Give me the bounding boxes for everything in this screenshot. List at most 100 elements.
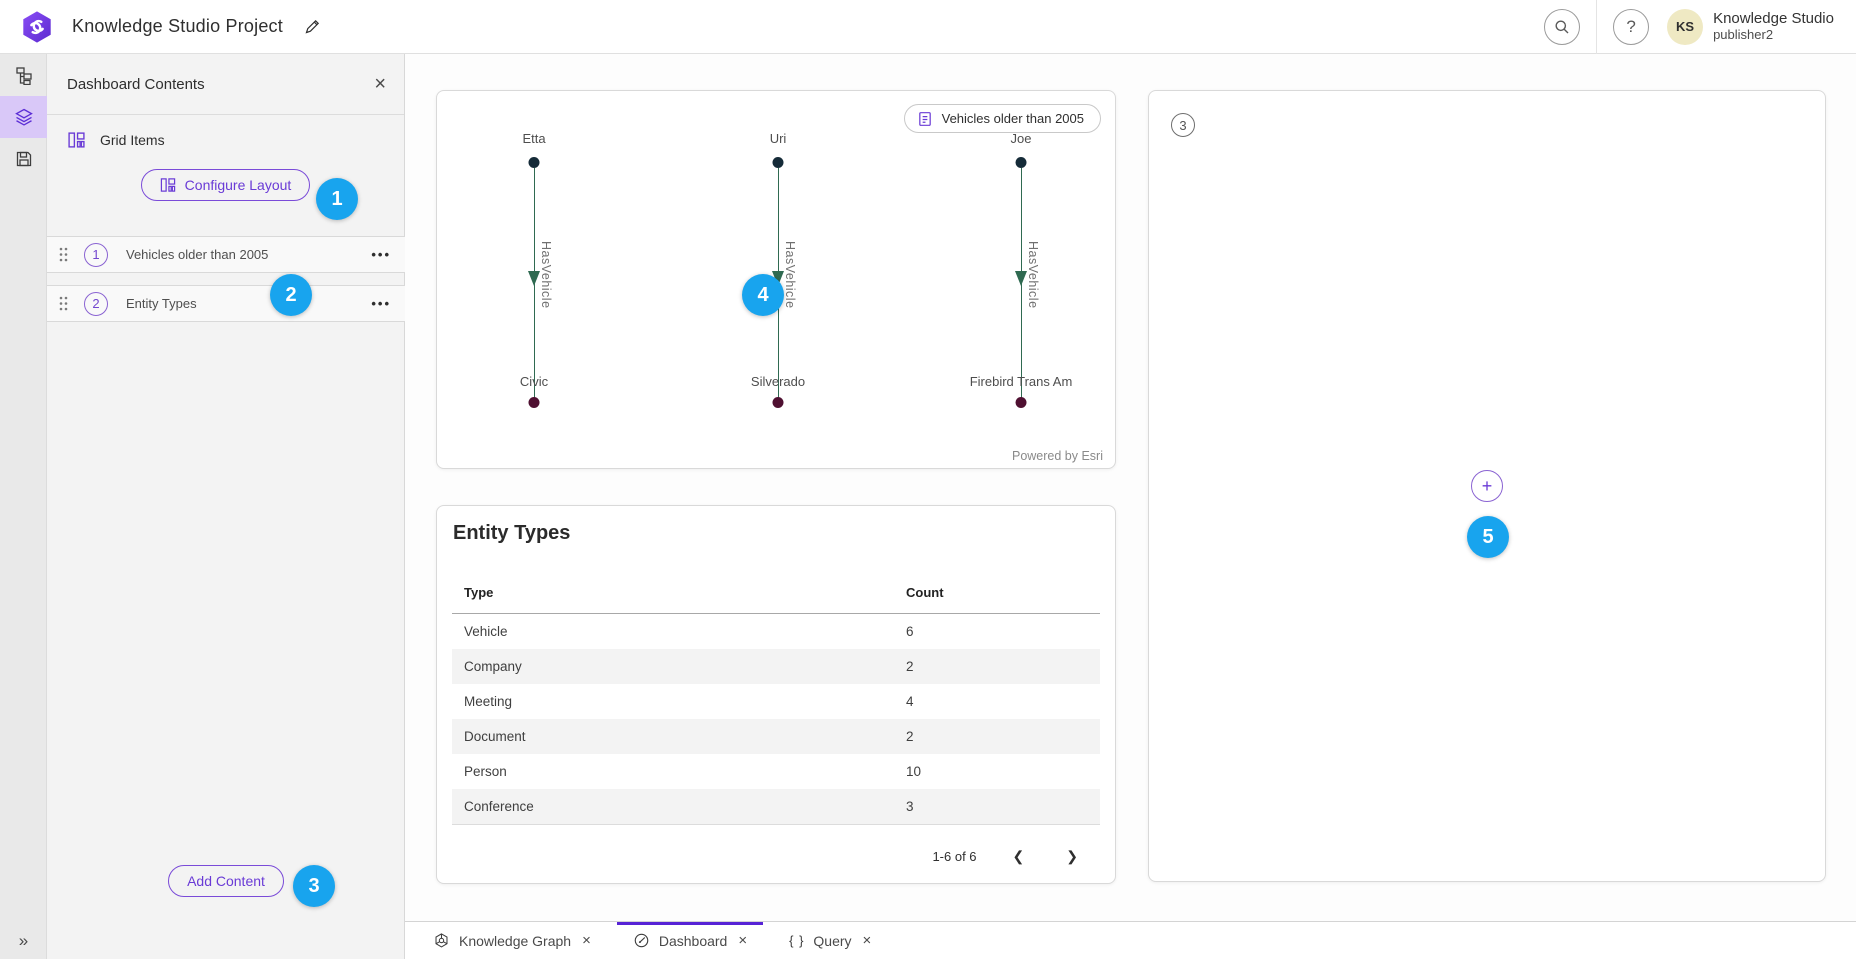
next-page-icon[interactable]: ❯	[1060, 844, 1084, 869]
entity-types-widget[interactable]: Entity Types Type Count Vehicle 6	[436, 505, 1116, 884]
entity-node[interactable]	[1016, 157, 1027, 168]
configure-grid-icon	[160, 177, 176, 193]
cell-type: Company	[452, 659, 906, 674]
item-options-menu-icon[interactable]: •••	[371, 247, 391, 262]
pagination-range-label: 1-6 of 6	[932, 849, 976, 864]
drag-handle-icon[interactable]	[59, 247, 68, 262]
tab-dashboard[interactable]: Dashboard ×	[617, 922, 763, 959]
entity-node[interactable]	[529, 157, 540, 168]
tab-label: Dashboard	[659, 933, 728, 949]
knowledge-studio-logo-icon	[20, 10, 54, 44]
vehicle-node[interactable]	[773, 397, 784, 408]
table-row[interactable]: Conference 3	[452, 789, 1100, 824]
dashboard-gauge-icon	[633, 932, 650, 949]
table-header-row: Type Count	[452, 572, 1100, 614]
table-row[interactable]: Document 2	[452, 719, 1100, 754]
annotation-badge-2: 2	[270, 274, 312, 316]
tab-knowledge-graph[interactable]: Knowledge Graph ×	[417, 922, 607, 959]
item-label: Vehicles older than 2005	[126, 247, 371, 262]
header-divider	[1596, 0, 1597, 54]
user-role: publisher2	[1713, 28, 1834, 43]
layer-filter-pill[interactable]: Vehicles older than 2005	[904, 104, 1101, 133]
entity-node[interactable]	[773, 157, 784, 168]
add-content-button[interactable]: Add Content	[168, 865, 284, 897]
slot-number-badge: 3	[1171, 113, 1195, 137]
vehicle-node-label[interactable]: Civic	[520, 374, 548, 389]
drag-handle-icon[interactable]	[59, 296, 68, 311]
dashboard-contents-rail-button[interactable]	[0, 96, 47, 138]
cell-count: 4	[906, 694, 1100, 709]
data-model-rail-button[interactable]	[0, 54, 47, 96]
vehicle-node[interactable]	[1016, 397, 1027, 408]
user-avatar[interactable]: KS	[1667, 9, 1703, 45]
page-title: Knowledge Studio Project	[72, 16, 283, 37]
annotation-badge-3: 3	[293, 865, 335, 907]
grid-items-label: Grid Items	[100, 132, 165, 148]
cell-count: 3	[906, 799, 1100, 814]
cell-count: 10	[906, 764, 1100, 779]
filter-pill-label: Vehicles older than 2005	[942, 111, 1084, 126]
edit-title-icon[interactable]	[303, 18, 321, 36]
save-rail-button[interactable]	[0, 138, 47, 180]
close-tab-icon[interactable]: ×	[863, 932, 872, 949]
user-menu[interactable]: Knowledge Studio publisher2	[1713, 10, 1834, 42]
panel-title: Dashboard Contents	[67, 76, 205, 93]
item-options-menu-icon[interactable]: •••	[371, 296, 391, 311]
item-label: Entity Types	[126, 296, 371, 311]
entity-types-table: Type Count Vehicle 6 Company 2	[452, 572, 1100, 825]
grid-item-vehicles[interactable]: 1 Vehicles older than 2005 •••	[47, 236, 405, 273]
knowledge-graph-icon	[433, 932, 450, 949]
cell-type: Vehicle	[452, 624, 906, 639]
close-tab-icon[interactable]: ×	[738, 932, 747, 949]
expand-rail-button[interactable]: »	[0, 931, 47, 951]
column-header-type[interactable]: Type	[452, 585, 906, 600]
cell-type: Meeting	[452, 694, 906, 709]
tab-label: Query	[813, 933, 851, 949]
add-widget-button[interactable]: +	[1471, 470, 1503, 502]
esri-attribution: Powered by Esri	[1012, 449, 1103, 463]
cell-count: 2	[906, 659, 1100, 674]
cell-count: 2	[906, 729, 1100, 744]
item-number-badge: 1	[84, 243, 108, 267]
app-window: Knowledge Studio Project ? KS Knowledge …	[0, 0, 1856, 959]
user-name: Knowledge Studio	[1713, 10, 1834, 27]
dashboard-canvas: Vehicles older than 2005 Etta HasVehicle…	[405, 54, 1856, 921]
column-header-count[interactable]: Count	[906, 585, 1100, 600]
table-row[interactable]: Person 10	[452, 754, 1100, 789]
table-row[interactable]: Meeting 4	[452, 684, 1100, 719]
vehicle-node-label[interactable]: Firebird Trans Am	[970, 374, 1073, 389]
previous-page-icon[interactable]: ❮	[1007, 844, 1031, 869]
item-number-badge: 2	[84, 292, 108, 316]
entity-node-label[interactable]: Etta	[522, 131, 545, 146]
edge-label: HasVehicle	[1026, 241, 1040, 309]
configure-layout-button[interactable]: Configure Layout	[141, 169, 311, 201]
close-panel-icon[interactable]: ×	[374, 74, 386, 94]
help-button[interactable]: ?	[1613, 9, 1649, 45]
empty-grid-slot[interactable]: 3 +	[1148, 90, 1826, 882]
entity-node-label[interactable]: Joe	[1011, 131, 1032, 146]
vehicle-node-label[interactable]: Silverado	[751, 374, 805, 389]
table-row[interactable]: Company 2	[452, 649, 1100, 684]
widget-title: Entity Types	[453, 522, 570, 545]
report-icon	[917, 111, 933, 127]
tab-label: Knowledge Graph	[459, 933, 571, 949]
vehicle-node[interactable]	[529, 397, 540, 408]
grid-items-section: Grid Items	[47, 115, 404, 155]
query-braces-icon: { }	[789, 933, 804, 948]
view-tab-bar: Knowledge Graph × Dashboard ×	[405, 921, 1856, 959]
configure-layout-label: Configure Layout	[185, 177, 292, 193]
table-row[interactable]: Vehicle 6	[452, 614, 1100, 649]
cell-type: Conference	[452, 799, 906, 814]
annotation-badge-5: 5	[1467, 516, 1509, 558]
tab-query[interactable]: { } Query ×	[773, 922, 887, 959]
entity-node-label[interactable]: Uri	[770, 131, 787, 146]
grid-item-entity-types[interactable]: 2 Entity Types •••	[47, 285, 405, 322]
cell-type: Document	[452, 729, 906, 744]
close-tab-icon[interactable]: ×	[582, 932, 591, 949]
app-header: Knowledge Studio Project ? KS Knowledge …	[0, 0, 1856, 54]
annotation-badge-4: 4	[742, 274, 784, 316]
cell-count: 6	[906, 624, 1100, 639]
cell-type: Person	[452, 764, 906, 779]
search-button[interactable]	[1544, 9, 1580, 45]
annotation-badge-1: 1	[316, 178, 358, 220]
